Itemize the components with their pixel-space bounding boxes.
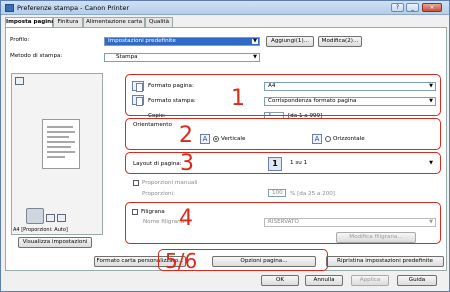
- title-bar[interactable]: Preferenze stampa - Canon Printer ? _ ×: [1, 1, 449, 15]
- preview-caption: A4 [Proporzioni: Auto]: [13, 227, 68, 233]
- layout-view-icon[interactable]: [57, 214, 66, 222]
- callout-number-1: 1: [231, 86, 245, 111]
- output-method-select[interactable]: Stampa ▼: [104, 53, 260, 62]
- profile-label: Profilo:: [10, 37, 30, 43]
- view-mode-icon[interactable]: [46, 214, 55, 222]
- printer-icon: [26, 208, 44, 224]
- view-settings-button[interactable]: Visualizza impostazioni: [18, 237, 92, 248]
- printing-preferences-window: Preferenze stampa - Canon Printer ? _ × …: [0, 0, 450, 292]
- scaling-label: Proporzioni:: [142, 191, 176, 197]
- callout-number-4: 4: [179, 206, 193, 231]
- scaling-range: % [da 25 a 200]: [290, 191, 335, 197]
- paper-preview-icon: [42, 119, 80, 169]
- profile-value: Impostazioni predefinite: [108, 38, 176, 44]
- cancel-button[interactable]: Annulla: [305, 275, 343, 286]
- apply-button[interactable]: Applica: [351, 275, 389, 286]
- close-button[interactable]: ×: [422, 3, 442, 12]
- callout-box-3: [125, 152, 441, 174]
- restore-defaults-button[interactable]: Ripristina impostazioni predefinite: [326, 256, 444, 267]
- page-preview: A4 [Proporzioni: Auto]: [11, 73, 103, 235]
- help-button[interactable]: Guida: [397, 275, 437, 286]
- profile-select[interactable]: Impostazioni predefinite ▼: [104, 37, 260, 46]
- page-setup-panel: Profilo: Impostazioni predefinite ▼ Aggi…: [5, 27, 447, 273]
- callout-box-1: [125, 74, 441, 116]
- callout-number-3: 3: [180, 151, 194, 176]
- tab-quality[interactable]: Qualità: [145, 17, 173, 27]
- help-title-button[interactable]: ?: [391, 3, 404, 12]
- chevron-down-icon: ▼: [252, 38, 258, 44]
- add-profile-button[interactable]: Aggiungi(1)...: [266, 36, 314, 47]
- tab-finishing[interactable]: Finitura: [53, 17, 83, 27]
- scaling-input[interactable]: 100: [268, 189, 286, 197]
- window-title: Preferenze stampa - Canon Printer: [17, 4, 130, 12]
- preview-toggle-icon[interactable]: [15, 77, 24, 85]
- callout-number-5-6: 5/6: [165, 249, 198, 273]
- manual-scaling-label: Proporzioni manuali: [142, 180, 198, 186]
- callout-box-4: [125, 202, 441, 244]
- printer-app-icon: [5, 4, 14, 12]
- ok-button[interactable]: OK: [261, 275, 299, 286]
- tab-paper-source[interactable]: Alimentazione carta: [83, 17, 145, 27]
- chevron-down-icon: ▼: [253, 54, 257, 60]
- output-method-value: Stampa: [116, 54, 138, 60]
- edit-profile-button[interactable]: Modifica(2)...: [318, 36, 362, 47]
- minimize-button[interactable]: _: [406, 3, 419, 12]
- callout-box-2: [125, 118, 441, 150]
- output-method-label: Metodo di stampa:: [10, 53, 63, 59]
- callout-number-2: 2: [179, 123, 193, 148]
- manual-scaling-checkbox[interactable]: [133, 180, 139, 186]
